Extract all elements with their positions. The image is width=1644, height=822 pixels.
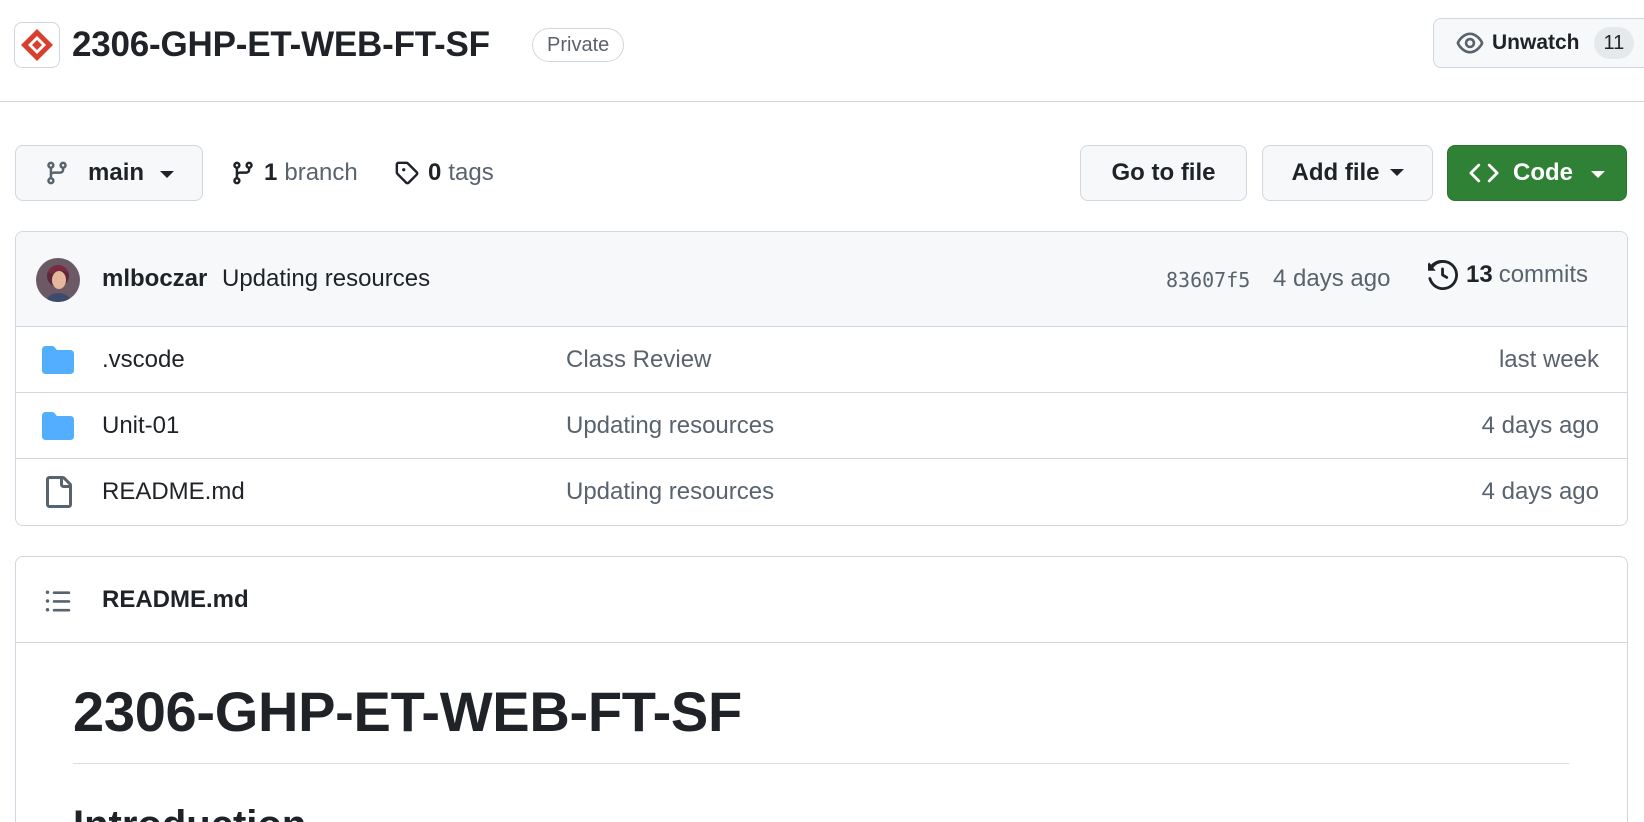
repo-title[interactable]: 2306-GHP-ET-WEB-FT-SF (72, 22, 490, 68)
file-name[interactable]: .vscode (102, 346, 185, 374)
readme-subheading: Introduction (73, 800, 306, 822)
commit-time: 4 days ago (1273, 265, 1391, 292)
branches-link[interactable]: 1 branch (230, 150, 358, 196)
file-commit-time: 4 days ago (1481, 412, 1599, 439)
commit-count-label: commits (1498, 261, 1589, 288)
latest-commit-bar: mlboczar Updating resources 83607f5 4 da… (16, 232, 1627, 327)
tag-count: 0 (428, 159, 442, 186)
commit-author[interactable]: mlboczar (102, 265, 207, 293)
file-commit-message[interactable]: Updating resources (566, 478, 774, 506)
add-file-button[interactable]: Add file (1262, 145, 1433, 201)
branch-name: main (88, 159, 145, 186)
readme-header: README.md (16, 557, 1627, 643)
readme-filename[interactable]: README.md (102, 586, 249, 614)
readme-panel: README.md 2306-GHP-ET-WEB-FT-SF Introduc… (15, 556, 1628, 822)
readme-heading: 2306-GHP-ET-WEB-FT-SF (73, 677, 1569, 764)
file-commit-time: last week (1498, 346, 1599, 373)
branch-count-label: branch (284, 159, 358, 186)
commit-sha[interactable]: 83607f5 (1166, 268, 1250, 292)
tag-count-label: tags (448, 159, 494, 186)
tag-icon (395, 161, 419, 185)
org-logo[interactable] (14, 22, 60, 68)
go-to-file-button[interactable]: Go to file (1080, 145, 1247, 201)
file-row[interactable]: README.md Updating resources 4 days ago (16, 459, 1627, 525)
add-file-label: Add file (1291, 159, 1380, 186)
chevron-down-icon (1389, 168, 1404, 176)
diamond-logo-icon (21, 29, 53, 61)
file-name[interactable]: README.md (102, 478, 245, 506)
commits-history-link[interactable]: 13 commits (1428, 260, 1588, 290)
code-button[interactable]: Code (1447, 145, 1627, 201)
eye-icon (1456, 32, 1484, 54)
avatar[interactable] (36, 258, 80, 302)
unwatch-button[interactable]: Unwatch 11 (1433, 18, 1644, 68)
code-label: Code (1513, 159, 1573, 186)
history-icon (1428, 260, 1458, 290)
folder-icon (42, 412, 74, 440)
git-branch-icon (233, 161, 253, 185)
commit-message[interactable]: Updating resources (222, 265, 430, 293)
chevron-down-icon (160, 171, 175, 178)
watchers-count: 11 (1593, 27, 1635, 59)
file-icon (46, 476, 72, 508)
chevron-down-icon (1591, 171, 1605, 178)
file-commit-message[interactable]: Updating resources (566, 412, 774, 440)
repo-header: 2306-GHP-ET-WEB-FT-SF Private Unwatch 11 (0, 0, 1644, 102)
commit-count: 13 (1466, 261, 1493, 288)
go-to-file-label: Go to file (1111, 159, 1216, 186)
branch-count: 1 (264, 159, 278, 186)
visibility-badge: Private (532, 28, 625, 62)
branch-select-button[interactable]: main (15, 145, 203, 201)
file-commit-time: 4 days ago (1481, 478, 1599, 505)
table-of-contents-icon[interactable] (44, 587, 72, 615)
file-browser: mlboczar Updating resources 83607f5 4 da… (15, 231, 1628, 526)
unwatch-label: Unwatch (1492, 31, 1580, 54)
file-commit-message[interactable]: Class Review (566, 346, 711, 374)
file-row[interactable]: .vscode Class Review last week (16, 327, 1627, 393)
tags-link[interactable]: 0 tags (394, 150, 494, 196)
file-row[interactable]: Unit-01 Updating resources 4 days ago (16, 393, 1627, 459)
folder-icon (42, 346, 74, 374)
code-icon (1469, 163, 1499, 183)
file-name[interactable]: Unit-01 (102, 412, 179, 440)
git-branch-icon (47, 161, 67, 185)
